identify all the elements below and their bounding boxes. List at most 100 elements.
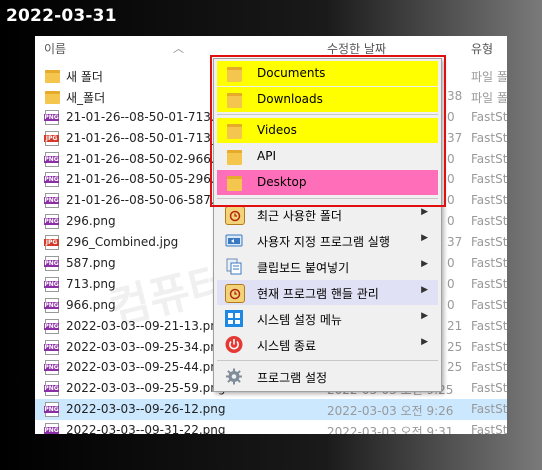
submenu-arrow-icon: ▶ [421, 207, 428, 217]
column-date[interactable]: 수정한 날짜 [327, 40, 386, 57]
file-name: 새_폴더 [66, 90, 106, 105]
png-file-icon: PNG [44, 360, 59, 376]
file-type: FastSto [471, 276, 507, 291]
submenu-arrow-icon: ▶ [421, 311, 428, 321]
folder-icon [45, 90, 60, 104]
jpg-file-icon: JPG [44, 130, 59, 146]
file-date: 0 [447, 109, 455, 124]
file-type: FastSto [471, 130, 507, 145]
menu-separator [217, 114, 438, 115]
menu-item-label: 클립보드 붙여넣기 [257, 261, 350, 275]
column-type[interactable]: 유형 [471, 40, 493, 57]
column-header: ︿ 이름 수정한 날짜 유형 [35, 36, 507, 60]
menu-item-label: Desktop [257, 175, 307, 189]
menu-manage-program-handles[interactable]: 현재 프로그램 핸들 관리 ▶ [217, 280, 438, 305]
file-name: 21-01-26--08-50-02-966.pn [66, 151, 230, 166]
menu-item-label: 시스템 설정 메뉴 [257, 313, 342, 327]
file-name: 21-01-26--08-50-05-296.pn [66, 172, 230, 187]
file-date: 2022-03-03 오전 9:26 [327, 404, 454, 419]
recent-folder-icon [225, 206, 245, 225]
power-icon [225, 336, 243, 353]
file-row[interactable]: PNG 2022-03-03--09-31-22.png 2022-03-03 오전… [35, 420, 507, 434]
file-name: 2022-03-03--09-31-22.png [66, 423, 226, 434]
submenu-arrow-icon: ▶ [421, 259, 428, 269]
file-date: 0 [447, 193, 455, 208]
file-date: 0 [447, 151, 455, 166]
file-date: 0 [447, 297, 455, 312]
file-type: FastSto [471, 256, 507, 271]
file-date: 0 [447, 276, 455, 291]
menu-folder-api[interactable]: API [217, 144, 438, 169]
folder-icon [45, 70, 60, 83]
menu-program-settings[interactable]: 프로그램 설정 [217, 364, 438, 389]
png-file-icon: PNG [44, 214, 59, 230]
png-file-icon: PNG [44, 172, 59, 188]
file-type: FastSto [471, 360, 507, 375]
file-name: 21-01-26--08-50-01-713_C [66, 130, 226, 145]
submenu-arrow-icon: ▶ [421, 233, 428, 243]
menu-run-custom-program[interactable]: 사용자 지정 프로그램 실행 ▶ [217, 228, 438, 253]
file-name: 21-01-26--08-50-06-587.pn [66, 193, 230, 208]
file-date: 0 [447, 256, 455, 271]
file-type: FastSto [471, 423, 507, 434]
file-name: 296_Combined.jpg [66, 235, 179, 250]
menu-item-label: Videos [257, 123, 297, 137]
folder-icon [227, 67, 242, 82]
png-file-icon: PNG [44, 423, 59, 434]
file-type: FastSto [471, 172, 507, 187]
submenu-arrow-icon: ▶ [421, 337, 428, 347]
file-date: 38 [447, 88, 463, 103]
png-file-icon: PNG [44, 109, 59, 125]
file-type: 파일 폴 [471, 70, 507, 84]
file-name: 새 폴더 [66, 70, 103, 84]
menu-folder-desktop[interactable]: Desktop [217, 170, 438, 195]
submenu-arrow-icon: ▶ [421, 285, 428, 295]
file-date: 0 [447, 214, 455, 229]
file-name: 2022-03-03--09-26-12.png [66, 402, 226, 417]
date-stamp: 2022-03-31 [6, 6, 117, 26]
file-date: 25 [447, 339, 463, 354]
file-type: FastSto [471, 402, 507, 417]
column-name[interactable]: 이름 [44, 40, 66, 57]
gear-icon [225, 368, 243, 385]
menu-folder-downloads[interactable]: Downloads [217, 87, 438, 112]
file-type: FastSto [471, 109, 507, 124]
menu-item-label: 현재 프로그램 핸들 관리 [257, 287, 379, 301]
menu-paste-clipboard[interactable]: 클립보드 붙여넣기 ▶ [217, 254, 438, 279]
folder-icon [227, 93, 242, 108]
menu-system-shutdown[interactable]: 시스템 종료 ▶ [217, 332, 438, 357]
png-file-icon: PNG [44, 276, 59, 292]
png-file-icon: PNG [44, 339, 59, 355]
menu-system-settings[interactable]: 시스템 설정 메뉴 ▶ [217, 306, 438, 331]
file-row[interactable]: PNG 2022-03-03--09-26-12.png 2022-03-03 오전… [35, 399, 507, 421]
file-type: FastSto [471, 214, 507, 229]
file-type: FastSto [471, 318, 507, 333]
menu-item-label: Documents [257, 66, 326, 80]
menu-item-label: 시스템 종료 [257, 339, 317, 353]
file-type: FastSto [471, 235, 507, 250]
file-type: FastSto [471, 193, 507, 208]
file-date: 0 [447, 172, 455, 187]
windows-icon [225, 310, 243, 327]
menu-folder-documents[interactable]: Documents [217, 61, 438, 86]
file-name: 2022-03-03--09-25-44.png [66, 360, 226, 375]
file-date: 37 [447, 235, 463, 250]
run-program-icon [225, 232, 243, 249]
png-file-icon: PNG [44, 151, 59, 167]
png-file-icon: PNG [44, 318, 59, 334]
jpg-file-icon: JPG [44, 235, 59, 251]
file-date: 25 [447, 360, 463, 375]
file-date: 37 [447, 130, 463, 145]
png-file-icon: PNG [44, 402, 59, 418]
menu-item-label: 프로그램 설정 [257, 371, 328, 385]
file-name: 2022-03-03--09-25-34.png [66, 339, 226, 354]
file-name: 296.png [66, 214, 116, 229]
menu-recent-folders[interactable]: 최근 사용한 폴더 ▶ [217, 202, 438, 227]
file-type: FastSto [471, 381, 507, 396]
sort-ascending-icon: ︿ [173, 42, 184, 55]
folder-icon [227, 176, 242, 191]
menu-folder-videos[interactable]: Videos [217, 118, 438, 143]
png-file-icon: PNG [44, 297, 59, 313]
folder-icon [227, 150, 242, 165]
menu-separator [217, 198, 438, 199]
